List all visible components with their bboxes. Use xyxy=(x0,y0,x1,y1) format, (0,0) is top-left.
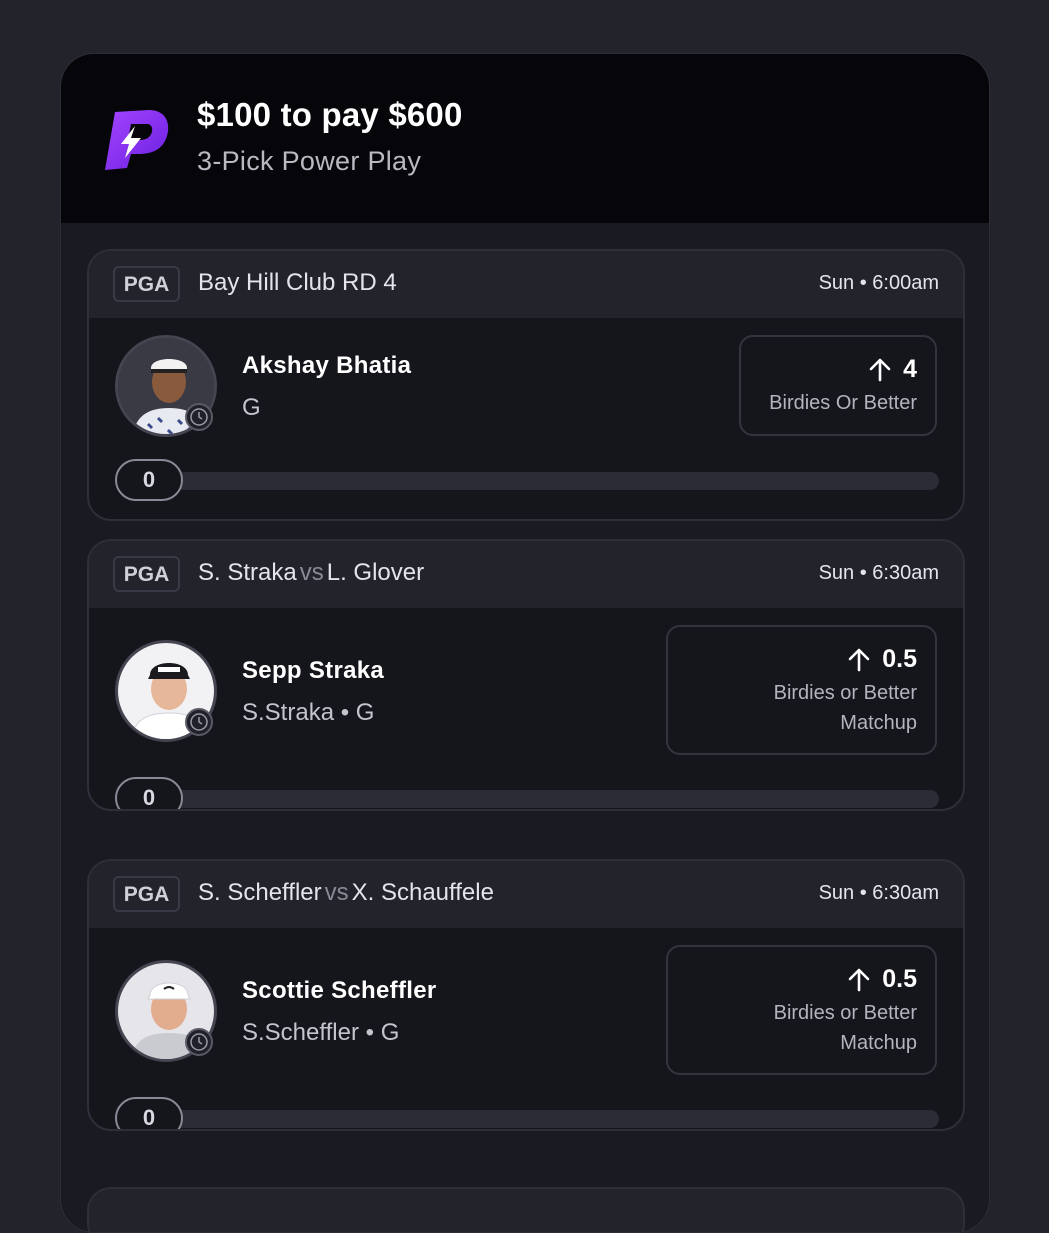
progress-value: 0 xyxy=(115,1097,183,1129)
progress-value: 0 xyxy=(115,777,183,809)
matchup-name: S. Straka vs L. Glover xyxy=(198,559,424,587)
league-badge: PGA xyxy=(113,556,180,592)
player-team-position: S.Straka • G xyxy=(242,699,375,726)
matchup-name: S. Scheffler vs X. Schauffele xyxy=(198,879,494,907)
progress-value: 0 xyxy=(115,459,183,501)
pick-card-header xyxy=(89,1189,963,1232)
entry-panel: $100 to pay $600 3-Pick Power Play PGA B… xyxy=(60,53,990,1233)
player-name: Sepp Straka xyxy=(242,657,385,684)
clock-icon xyxy=(185,708,213,736)
projection-line: 0.5 xyxy=(668,965,917,994)
matchup-player-a: S. Scheffler xyxy=(198,879,322,906)
pick-card[interactable]: PGA S. Scheffler vs X. Schauffele Sun • 6:… xyxy=(87,859,965,1131)
league-badge: PGA xyxy=(113,876,180,912)
entry-header: $100 to pay $600 3-Pick Power Play xyxy=(61,54,989,223)
projection-value: 0.5 xyxy=(882,965,917,993)
matchup-player-b: X. Schauffele xyxy=(351,879,494,906)
player-name: Akshay Bhatia xyxy=(242,352,412,379)
stat-type-label: Matchup xyxy=(840,712,917,734)
stat-label: Birdies Or Better xyxy=(769,392,917,414)
stat-type-label: Matchup xyxy=(840,1032,917,1054)
projection-value: 0.5 xyxy=(882,645,917,673)
projection-box[interactable]: 4 Birdies Or Better xyxy=(739,335,937,436)
game-time: Sun • 6:30am xyxy=(818,562,939,584)
pick-card[interactable]: PGA Bay Hill Club RD 4 Sun • 6:00am Aksh… xyxy=(87,249,965,521)
versus-label: vs xyxy=(299,559,324,586)
player-name: Scottie Scheffler xyxy=(242,977,437,1004)
payout-title: $100 to pay $600 xyxy=(197,96,463,133)
progress-bar xyxy=(115,790,939,808)
matchup-player-b: L. Glover xyxy=(326,559,425,586)
pick-card-header: PGA S. Straka vs L. Glover Sun • 6:30am xyxy=(89,541,963,608)
projection-line: 4 xyxy=(741,355,917,384)
matchup-player-a: S. Straka xyxy=(198,559,297,586)
player-team-position: G xyxy=(242,394,261,421)
projection-line: 0.5 xyxy=(668,645,917,674)
progress-bar xyxy=(115,1110,939,1128)
pick-card[interactable]: PGA S. Straka vs L. Glover Sun • 6:30am Se… xyxy=(87,539,965,811)
stat-label: Birdies or Better xyxy=(773,1002,917,1024)
stat-label: Birdies or Better xyxy=(773,682,917,704)
play-type-subtitle: 3-Pick Power Play xyxy=(197,146,422,176)
prizepicks-logo-icon xyxy=(105,110,169,170)
event-name: Bay Hill Club RD 4 xyxy=(198,269,397,296)
pick-card[interactable] xyxy=(87,1187,965,1232)
player-team-position: S.Scheffler • G xyxy=(242,1019,400,1046)
projection-box[interactable]: 0.5 Birdies or Better Matchup xyxy=(666,945,937,1075)
arrow-up-icon xyxy=(848,648,870,671)
projection-value: 4 xyxy=(903,355,917,383)
clock-icon xyxy=(185,403,213,431)
game-time: Sun • 6:00am xyxy=(818,272,939,294)
progress-bar xyxy=(115,472,939,490)
clock-icon xyxy=(185,1028,213,1056)
arrow-up-icon xyxy=(848,968,870,991)
pick-card-header: PGA S. Scheffler vs X. Schauffele Sun • 6:… xyxy=(89,861,963,928)
pick-card-header: PGA Bay Hill Club RD 4 Sun • 6:00am xyxy=(89,251,963,318)
game-time: Sun • 6:30am xyxy=(818,882,939,904)
projection-box[interactable]: 0.5 Birdies or Better Matchup xyxy=(666,625,937,755)
league-badge: PGA xyxy=(113,266,180,302)
versus-label: vs xyxy=(324,879,349,906)
arrow-up-icon xyxy=(869,358,891,381)
